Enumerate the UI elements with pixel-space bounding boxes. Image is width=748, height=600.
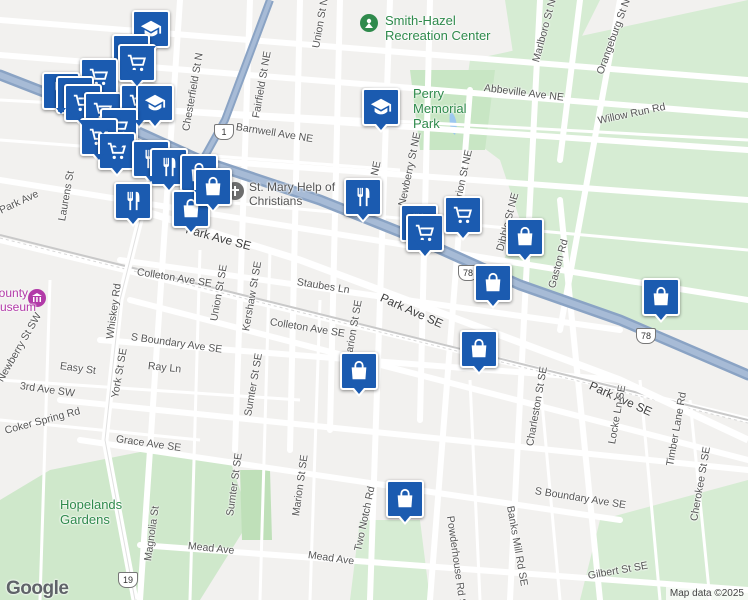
shopping-bag-icon (650, 286, 672, 308)
shopping-bag-marker[interactable] (386, 480, 424, 525)
recreation-center-icon (360, 14, 378, 32)
us-19-shield: 19 (118, 572, 138, 588)
museum-icon (28, 289, 46, 307)
shopping-bag-marker[interactable] (506, 218, 544, 263)
school-marker[interactable] (362, 88, 400, 133)
restaurant-marker[interactable] (114, 182, 152, 227)
shopping-bag-icon (482, 272, 504, 294)
shopping-bag-icon (468, 338, 490, 360)
shopping-bag-marker[interactable] (194, 168, 232, 213)
us-78-shield-b: 78 (636, 328, 656, 344)
shopping-bag-marker[interactable] (642, 278, 680, 323)
shopping-bag-icon (514, 226, 536, 248)
shopping-bag-icon (394, 488, 416, 510)
shopping-cart-marker[interactable] (444, 196, 482, 241)
shopping-bag-icon (202, 176, 224, 198)
shopping-cart-marker[interactable] (98, 132, 136, 177)
restaurant-icon (122, 190, 144, 212)
shopping-bag-marker[interactable] (474, 264, 512, 309)
school-icon (370, 96, 392, 118)
school-icon (144, 92, 166, 114)
school-marker[interactable] (136, 84, 174, 129)
shopping-bag-marker[interactable] (340, 352, 378, 397)
shopping-cart-marker[interactable] (406, 214, 444, 259)
shopping-bag-marker[interactable] (460, 330, 498, 375)
shopping-bag-icon (348, 360, 370, 382)
restaurant-icon (158, 156, 180, 178)
map-canvas[interactable]: Smith-Hazel Recreation Center Perry Memo… (0, 0, 748, 600)
us-1-shield: 1 (214, 124, 234, 140)
shopping-cart-icon (452, 204, 474, 226)
google-logo: Google (6, 578, 69, 599)
map-data-credit[interactable]: Map data ©2025 (665, 587, 748, 600)
restaurant-icon (352, 186, 374, 208)
restaurant-marker[interactable] (344, 178, 382, 223)
